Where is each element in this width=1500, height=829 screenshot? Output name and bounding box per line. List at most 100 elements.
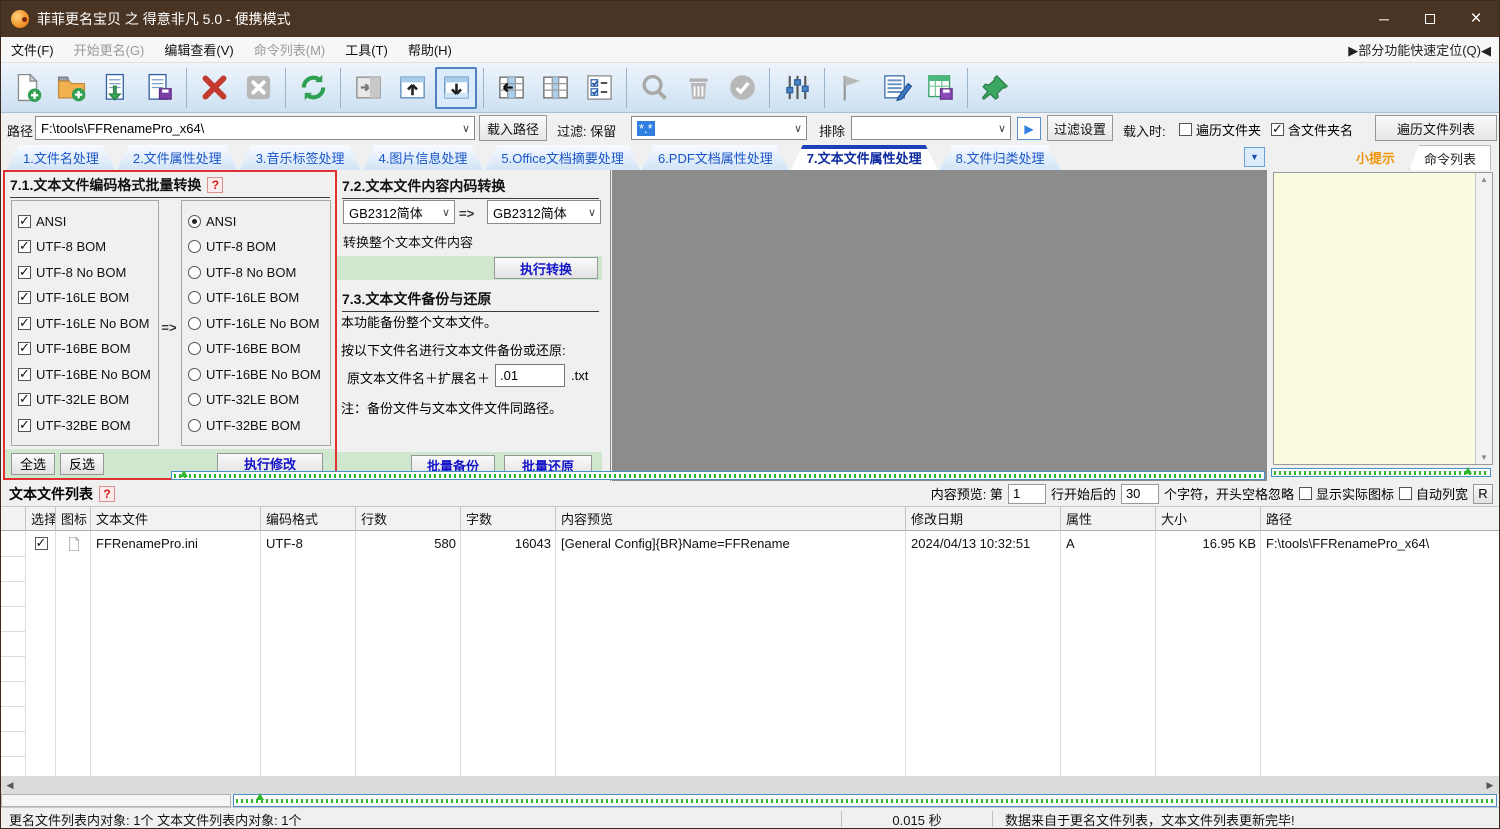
scroll-up-icon[interactable]: ▲ bbox=[1480, 175, 1488, 184]
freeze-column-icon[interactable] bbox=[490, 67, 532, 109]
encoding-checkbox[interactable]: UTF-8 No BOM bbox=[18, 265, 152, 280]
menu-item[interactable]: 帮助(H) bbox=[398, 40, 462, 59]
column-header[interactable]: 行数 bbox=[356, 507, 461, 531]
encoding-checkbox[interactable]: UTF-16LE No BOM bbox=[18, 316, 152, 331]
encoding-checkbox[interactable]: UTF-16BE BOM bbox=[18, 341, 152, 356]
column-header[interactable]: 选择 bbox=[26, 507, 56, 531]
chevron-down-icon[interactable]: ∨ bbox=[790, 122, 806, 135]
row-select-checkbox[interactable] bbox=[26, 531, 56, 556]
execute-convert-button[interactable]: 执行转换 bbox=[494, 257, 598, 279]
encoding-checkbox[interactable]: UTF-32LE BOM bbox=[18, 392, 152, 407]
tab-2[interactable]: 2.文件属性处理 bbox=[117, 145, 238, 170]
close-button[interactable]: × bbox=[1453, 1, 1499, 37]
tab-overflow-dropdown[interactable]: ▼ bbox=[1244, 147, 1265, 167]
encoding-checkbox[interactable]: UTF-16BE No BOM bbox=[18, 367, 152, 382]
chevron-down-icon[interactable]: ∨ bbox=[584, 206, 600, 219]
panel-down-icon[interactable] bbox=[435, 67, 477, 109]
edit-table-icon[interactable] bbox=[875, 67, 917, 109]
panel-right-icon[interactable] bbox=[347, 67, 389, 109]
tab-1[interactable]: 1.文件名处理 bbox=[7, 145, 115, 170]
chevron-down-icon[interactable]: ∨ bbox=[438, 206, 454, 219]
tab-8[interactable]: 8.文件归类处理 bbox=[940, 145, 1061, 170]
filter-settings-button[interactable]: 过滤设置 bbox=[1047, 115, 1113, 141]
encoding-radio[interactable]: UTF-32LE BOM bbox=[188, 392, 324, 407]
tip-scrollbar[interactable]: ▲ ▼ bbox=[1475, 173, 1492, 464]
row-gutter-header[interactable] bbox=[1, 507, 26, 531]
column-header[interactable]: 图标 bbox=[56, 507, 91, 531]
import-list-icon[interactable] bbox=[94, 67, 136, 109]
delete-icon[interactable] bbox=[193, 67, 235, 109]
column-header[interactable]: 编码格式 bbox=[261, 507, 356, 531]
column-header[interactable]: 文本文件 bbox=[91, 507, 261, 531]
refresh-icon[interactable] bbox=[292, 67, 334, 109]
side-tab-2[interactable]: 命令列表 bbox=[1409, 145, 1491, 170]
exclude-combobox[interactable]: ∨ bbox=[851, 116, 1011, 140]
column-header[interactable]: 属性 bbox=[1061, 507, 1156, 531]
auto-column-width-checkbox[interactable]: 自动列宽 bbox=[1399, 484, 1468, 503]
show-real-icons-checkbox[interactable]: 显示实际图标 bbox=[1299, 484, 1394, 503]
tab-6[interactable]: 6.PDF文档属性处理 bbox=[642, 145, 789, 170]
tab-7[interactable]: 7.文本文件属性处理 bbox=[791, 145, 938, 170]
quick-locate-label[interactable]: ▶部分功能快速定位(Q)◀ bbox=[1348, 40, 1499, 59]
scroll-down-icon[interactable]: ▼ bbox=[1480, 453, 1488, 462]
encoding-radio[interactable]: UTF-8 No BOM bbox=[188, 265, 324, 280]
chevron-down-icon[interactable]: ∨ bbox=[994, 122, 1010, 135]
preview-line-input[interactable]: 1 bbox=[1008, 484, 1046, 504]
encoding-checkbox[interactable]: UTF-8 BOM bbox=[18, 239, 152, 254]
tab-5[interactable]: 5.Office文档摘要处理 bbox=[485, 145, 640, 170]
menu-item[interactable]: 编辑查看(V) bbox=[154, 40, 243, 59]
scroll-left-icon[interactable]: ◀ bbox=[1, 776, 19, 794]
column-header[interactable]: 字数 bbox=[461, 507, 556, 531]
minimize-button[interactable]: ─ bbox=[1361, 1, 1407, 37]
help-button[interactable]: ? bbox=[99, 486, 115, 502]
tip-content-area[interactable]: ▲ ▼ bbox=[1273, 172, 1493, 465]
to-encoding-combobox[interactable]: GB2312简体 ∨ bbox=[487, 200, 601, 224]
scroll-right-icon[interactable]: ▶ bbox=[1481, 776, 1499, 794]
apply-filter-button[interactable]: ▶ bbox=[1017, 117, 1041, 140]
traverse-file-list-button[interactable]: 遍历文件列表 bbox=[1375, 115, 1497, 141]
encoding-checkbox[interactable]: UTF-16LE BOM bbox=[18, 290, 152, 305]
chevron-down-icon[interactable]: ∨ bbox=[458, 122, 474, 135]
new-file-icon[interactable] bbox=[6, 67, 48, 109]
sliders-icon[interactable] bbox=[776, 67, 818, 109]
tab-3[interactable]: 3.音乐标签处理 bbox=[240, 145, 361, 170]
side-tab-1[interactable]: 小提示 bbox=[1342, 145, 1409, 170]
encoding-radio[interactable]: UTF-16LE No BOM bbox=[188, 316, 324, 331]
include-folder-name-checkbox[interactable]: 含文件夹名 bbox=[1271, 120, 1353, 139]
save-list-icon[interactable] bbox=[138, 67, 180, 109]
encoding-radio[interactable]: UTF-16BE No BOM bbox=[188, 367, 324, 382]
column-header[interactable]: 内容预览 bbox=[556, 507, 906, 531]
backup-suffix-input[interactable]: .01 bbox=[495, 364, 565, 387]
load-path-button[interactable]: 载入路径 bbox=[479, 115, 547, 141]
help-button[interactable]: ? bbox=[207, 177, 223, 193]
select-column-icon[interactable] bbox=[534, 67, 576, 109]
reset-columns-button[interactable]: R bbox=[1473, 484, 1493, 504]
add-folder-icon[interactable] bbox=[50, 67, 92, 109]
checklist-icon[interactable] bbox=[578, 67, 620, 109]
tab-4[interactable]: 4.图片信息处理 bbox=[363, 145, 484, 170]
invert-selection-button[interactable]: 反选 bbox=[60, 453, 104, 475]
encoding-radio[interactable]: UTF-8 BOM bbox=[188, 239, 324, 254]
from-encoding-combobox[interactable]: GB2312简体 ∨ bbox=[343, 200, 455, 224]
encoding-radio[interactable]: ANSI bbox=[188, 214, 324, 229]
menu-item[interactable]: 文件(F) bbox=[1, 40, 64, 59]
encoding-radio[interactable]: UTF-16BE BOM bbox=[188, 341, 324, 356]
save-table-icon[interactable] bbox=[919, 67, 961, 109]
encoding-checkbox[interactable]: ANSI bbox=[18, 214, 152, 229]
horizontal-scrollbar[interactable]: ◀ ▶ bbox=[1, 776, 1499, 794]
filter-combobox[interactable]: *.* ∨ bbox=[631, 116, 807, 140]
column-header[interactable]: 大小 bbox=[1156, 507, 1261, 531]
select-all-button[interactable]: 全选 bbox=[11, 453, 55, 475]
traverse-folders-checkbox[interactable]: 遍历文件夹 bbox=[1179, 120, 1261, 139]
encoding-radio[interactable]: UTF-16LE BOM bbox=[188, 290, 324, 305]
column-header[interactable]: 路径 bbox=[1261, 507, 1500, 531]
pin-icon[interactable] bbox=[974, 67, 1016, 109]
column-header[interactable]: 修改日期 bbox=[906, 507, 1061, 531]
encoding-checkbox[interactable]: UTF-32BE BOM bbox=[18, 418, 152, 433]
menu-item[interactable]: 工具(T) bbox=[335, 40, 398, 59]
maximize-button[interactable] bbox=[1407, 1, 1453, 37]
path-combobox[interactable]: F:\tools\FFRenamePro_x64\ ∨ bbox=[35, 116, 475, 140]
encoding-radio[interactable]: UTF-32BE BOM bbox=[188, 418, 324, 433]
preview-chars-input[interactable]: 30 bbox=[1121, 484, 1159, 504]
panel-up-icon[interactable] bbox=[391, 67, 433, 109]
